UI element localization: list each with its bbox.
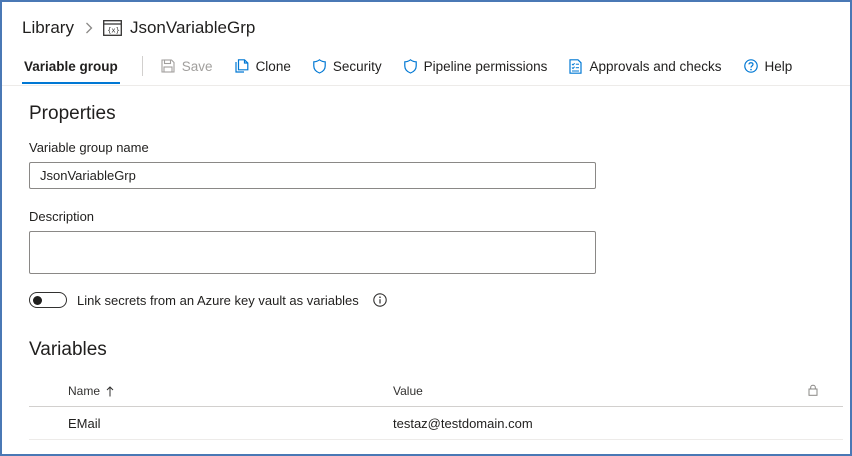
- link-secrets-toggle[interactable]: [29, 292, 67, 308]
- breadcrumb-current: JsonVariableGrp: [129, 18, 256, 37]
- svg-text:{x}: {x}: [107, 27, 120, 35]
- variable-group-name-input[interactable]: [29, 162, 596, 189]
- app-frame: Library {x} JsonVariableGrp Variable gro…: [0, 0, 852, 456]
- variables-heading: Variables: [29, 339, 107, 360]
- save-button[interactable]: Save: [161, 52, 213, 80]
- description-input[interactable]: [29, 231, 596, 274]
- tab-variable-group-label: Variable group: [24, 58, 118, 74]
- column-header-name-label: Name: [68, 384, 101, 398]
- variable-group-icon: {x}: [103, 20, 122, 36]
- table-row[interactable]: EMail testaz@testdomain.com: [29, 407, 843, 440]
- approvals-and-checks-button[interactable]: Approvals and checks: [569, 52, 722, 80]
- variable-group-name-label: Variable group name: [29, 140, 149, 155]
- shield-icon: [403, 58, 417, 74]
- tab-variable-group[interactable]: Variable group: [22, 52, 120, 84]
- pipeline-permissions-button[interactable]: Pipeline permissions: [403, 52, 548, 80]
- clone-label: Clone: [255, 58, 291, 74]
- table-header: Name Value: [29, 376, 843, 407]
- header-divider: [2, 85, 850, 86]
- variable-value-cell: testaz@testdomain.com: [393, 416, 533, 431]
- chevron-right-icon: [85, 22, 93, 34]
- save-icon: [161, 59, 175, 73]
- pipeline-permissions-label: Pipeline permissions: [423, 58, 548, 74]
- link-secrets-label: Link secrets from an Azure key vault as …: [77, 292, 359, 308]
- column-header-value: Value: [393, 384, 423, 398]
- lock-icon: [808, 384, 818, 396]
- help-icon: [743, 59, 758, 73]
- properties-heading: Properties: [29, 103, 116, 124]
- checklist-icon: [569, 58, 583, 74]
- description-label: Description: [29, 209, 95, 224]
- breadcrumb: Library {x} JsonVariableGrp: [22, 16, 255, 40]
- save-label: Save: [181, 58, 213, 74]
- breadcrumb-library-link[interactable]: Library: [22, 18, 74, 38]
- column-header-name[interactable]: Name: [68, 384, 114, 398]
- toggle-knob: [33, 295, 42, 305]
- clone-icon: [234, 59, 248, 73]
- variable-name-cell: EMail: [68, 416, 101, 431]
- info-icon[interactable]: [373, 293, 387, 307]
- help-label: Help: [764, 58, 793, 74]
- link-secrets-row: Link secrets from an Azure key vault as …: [29, 290, 387, 310]
- approvals-label: Approvals and checks: [589, 58, 722, 74]
- toolbar: Variable group Save Clone Security Pipel…: [22, 52, 814, 84]
- shield-icon: [313, 58, 326, 74]
- clone-button[interactable]: Clone: [234, 52, 291, 80]
- help-button[interactable]: Help: [743, 52, 793, 80]
- sort-ascending-icon: [106, 385, 114, 396]
- security-label: Security: [332, 58, 382, 74]
- security-button[interactable]: Security: [313, 52, 382, 80]
- variables-table: Name Value EMail testaz@testdomain.com: [29, 376, 843, 440]
- toolbar-divider: [141, 56, 143, 76]
